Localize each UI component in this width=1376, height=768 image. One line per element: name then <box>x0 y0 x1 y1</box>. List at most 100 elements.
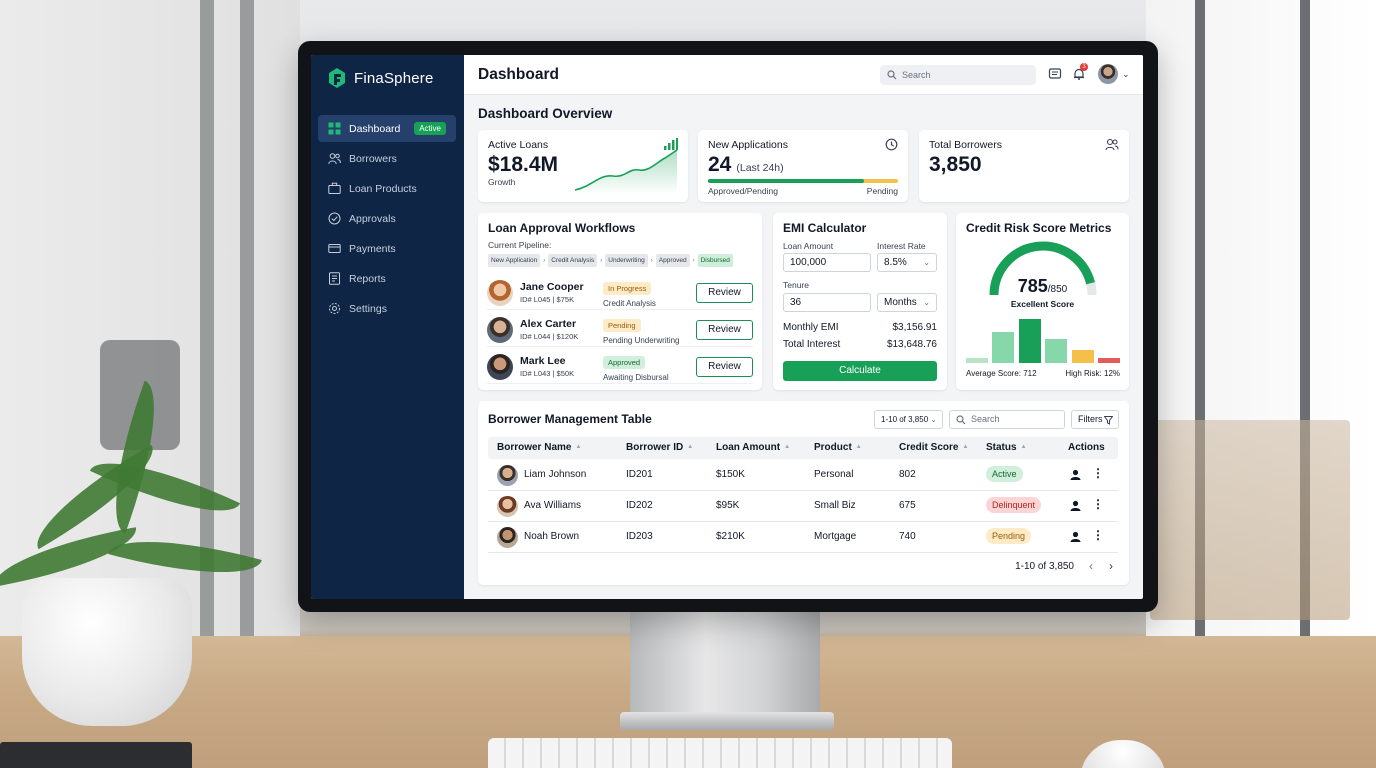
logo-icon <box>329 68 345 88</box>
sort-icon: ▲︎ <box>687 443 694 450</box>
column-header-label: Status <box>986 442 1017 453</box>
column-header-borrower-name[interactable]: Borrower Name ▲︎ <box>497 442 581 453</box>
filters-button[interactable]: Filters <box>1071 410 1119 429</box>
active-loans-card[interactable]: Active Loans $18.4M Growth <box>478 130 688 202</box>
borrower-name[interactable]: Liam Johnson <box>524 469 586 480</box>
total-borrowers-value: 3,850 <box>929 153 982 176</box>
table-search-placeholder: Search <box>971 414 1000 424</box>
sidebar-item-borrowers[interactable]: Borrowers <box>318 145 456 172</box>
column-header-borrower-id[interactable]: Borrower ID ▲︎ <box>626 442 693 453</box>
avatar[interactable] <box>1098 64 1118 84</box>
background-window-frame <box>200 0 214 640</box>
pipeline-step[interactable]: Underwriting <box>605 254 648 267</box>
grid-icon <box>328 122 341 135</box>
briefcase-icon <box>328 182 341 195</box>
credit-score: 675 <box>899 500 916 511</box>
chevron-left-icon[interactable]: ‹ <box>1089 559 1093 573</box>
risk-bar <box>1071 349 1094 363</box>
user-action-icon[interactable] <box>1070 468 1081 486</box>
interest-rate-select[interactable]: 8.5% ⌄ <box>877 253 937 272</box>
column-header-label: Borrower Name <box>497 442 572 453</box>
brand[interactable]: FinaSphere <box>327 67 434 89</box>
sidebar-item-label: Payments <box>349 242 396 255</box>
sidebar-item-label: Dashboard <box>349 122 401 135</box>
more-options-icon[interactable]: ⋮ <box>1092 528 1104 542</box>
monthly-emi-label: Monthly EMI <box>783 322 839 333</box>
sort-icon: ▲︎ <box>962 443 969 450</box>
user-action-icon[interactable] <box>1070 530 1081 548</box>
table-search-input[interactable]: Search <box>949 410 1065 429</box>
sidebar-item-settings[interactable]: Settings <box>318 295 456 322</box>
monthly-emi-value: $3,156.91 <box>892 322 938 333</box>
status-badge: Active <box>986 466 1023 482</box>
workflow-row: Mark Lee ID# L043 | $50K Approved Awaiting … <box>487 350 753 384</box>
more-options-icon[interactable]: ⋮ <box>1092 497 1104 511</box>
sidebar-item-payments[interactable]: Payments <box>318 235 456 262</box>
sidebar-item-label: Reports <box>349 272 386 285</box>
borrower-name[interactable]: Noah Brown <box>524 531 579 542</box>
table-row[interactable]: Ava Williams ID202 $95K Small Biz 675 Delinqu… <box>488 491 1118 522</box>
pipeline-step[interactable]: New Application <box>488 254 541 267</box>
page-size-value: 1-10 of 3,850 <box>881 415 929 424</box>
sort-icon: ▲︎ <box>575 443 582 450</box>
column-header-product[interactable]: Product ▲︎ <box>814 442 862 453</box>
review-button[interactable]: Review <box>696 356 753 377</box>
progress-legend-left: Approved/Pending <box>708 186 778 196</box>
chevron-down-icon[interactable]: ⌄ <box>1122 69 1130 80</box>
workflow-applicant: Alex Carter ID# L044 | $120K <box>520 318 599 341</box>
high-risk: High Risk: 12% <box>1065 369 1120 378</box>
sort-icon: ▲︎ <box>855 443 862 450</box>
more-options-icon[interactable]: ⋮ <box>1092 466 1104 480</box>
total-borrowers-card[interactable]: Total Borrowers 3,850 <box>919 130 1129 202</box>
workflow-stage: Pending Pending Underwriting <box>603 315 680 345</box>
sidebar-item-reports[interactable]: Reports <box>318 265 456 292</box>
new-applications-card[interactable]: New Applications 24 (Last 24h) Approved/… <box>698 130 908 202</box>
calculate-button[interactable]: Calculate <box>783 361 937 381</box>
tenure-input[interactable]: 36 <box>783 293 871 312</box>
keyboard <box>488 738 952 768</box>
column-header-loan-amount[interactable]: Loan Amount ▲︎ <box>716 442 790 453</box>
pipeline-step[interactable]: Approved <box>655 254 690 267</box>
app-screen: FinaSphere Dashboard Active Borrowers Loan … <box>311 55 1143 599</box>
pagination-label: 1-10 of 3,850 <box>1015 561 1074 572</box>
pipeline-step[interactable]: Credit Analysis <box>548 254 598 267</box>
chevron-right-icon: › <box>600 257 603 264</box>
search-placeholder: Search <box>902 70 931 80</box>
column-header-status[interactable]: Status ▲︎ <box>986 442 1027 453</box>
chevron-right-icon[interactable]: › <box>1109 559 1113 573</box>
sidebar-item-loan-products[interactable]: Loan Products <box>318 175 456 202</box>
borrower-name[interactable]: Ava Williams <box>524 500 581 511</box>
chevron-right-icon: › <box>650 257 653 264</box>
review-button[interactable]: Review <box>696 282 753 303</box>
user-action-icon[interactable] <box>1070 499 1081 517</box>
chevron-down-icon: ⌄ <box>923 298 930 307</box>
column-header-label: Borrower ID <box>626 442 684 453</box>
pipeline-step[interactable]: Disbursed <box>697 254 733 267</box>
status-badge: Approved <box>603 355 646 369</box>
loan-approval-workflows-card: Loan Approval Workflows Current Pipeline… <box>478 213 762 390</box>
table-row[interactable]: Liam Johnson ID201 $150K Personal 802 Active ⋮ <box>488 460 1118 491</box>
notification-button[interactable]: 3 <box>1072 63 1088 81</box>
table-row[interactable]: Noah Brown ID203 $210K Mortgage 740 Pending ⋮ <box>488 522 1118 553</box>
interest-rate-value: 8.5% <box>884 257 907 268</box>
loan-amount: $150K <box>716 469 745 480</box>
column-header-label: Product <box>814 442 852 453</box>
avatar <box>487 353 513 380</box>
global-search-input[interactable]: Search <box>880 65 1036 85</box>
sidebar-item-label: Approvals <box>349 212 396 225</box>
monthly-emi-row: Monthly EMI $3,156.91 <box>783 322 937 333</box>
column-header-credit-score[interactable]: Credit Score ▲︎ <box>899 442 968 453</box>
sidebar-item-approvals[interactable]: Approvals <box>318 205 456 232</box>
sidebar-item-dashboard[interactable]: Dashboard Active <box>318 115 456 142</box>
loan-amount-input[interactable]: 100,000 <box>783 253 871 272</box>
tenure-unit-select[interactable]: Months ⌄ <box>877 293 937 312</box>
message-icon[interactable] <box>1048 67 1062 81</box>
loan-amount: $210K <box>716 531 745 542</box>
credit-score-value: 785 <box>1017 276 1048 296</box>
page-size-select[interactable]: 1-10 of 3,850 ⌄ <box>874 410 943 429</box>
product: Personal <box>814 469 854 480</box>
credit-card-icon <box>328 242 341 255</box>
review-button[interactable]: Review <box>696 319 753 340</box>
credit-score-max: /850 <box>1047 284 1068 295</box>
sidebar: FinaSphere Dashboard Active Borrowers Loan … <box>311 55 464 599</box>
